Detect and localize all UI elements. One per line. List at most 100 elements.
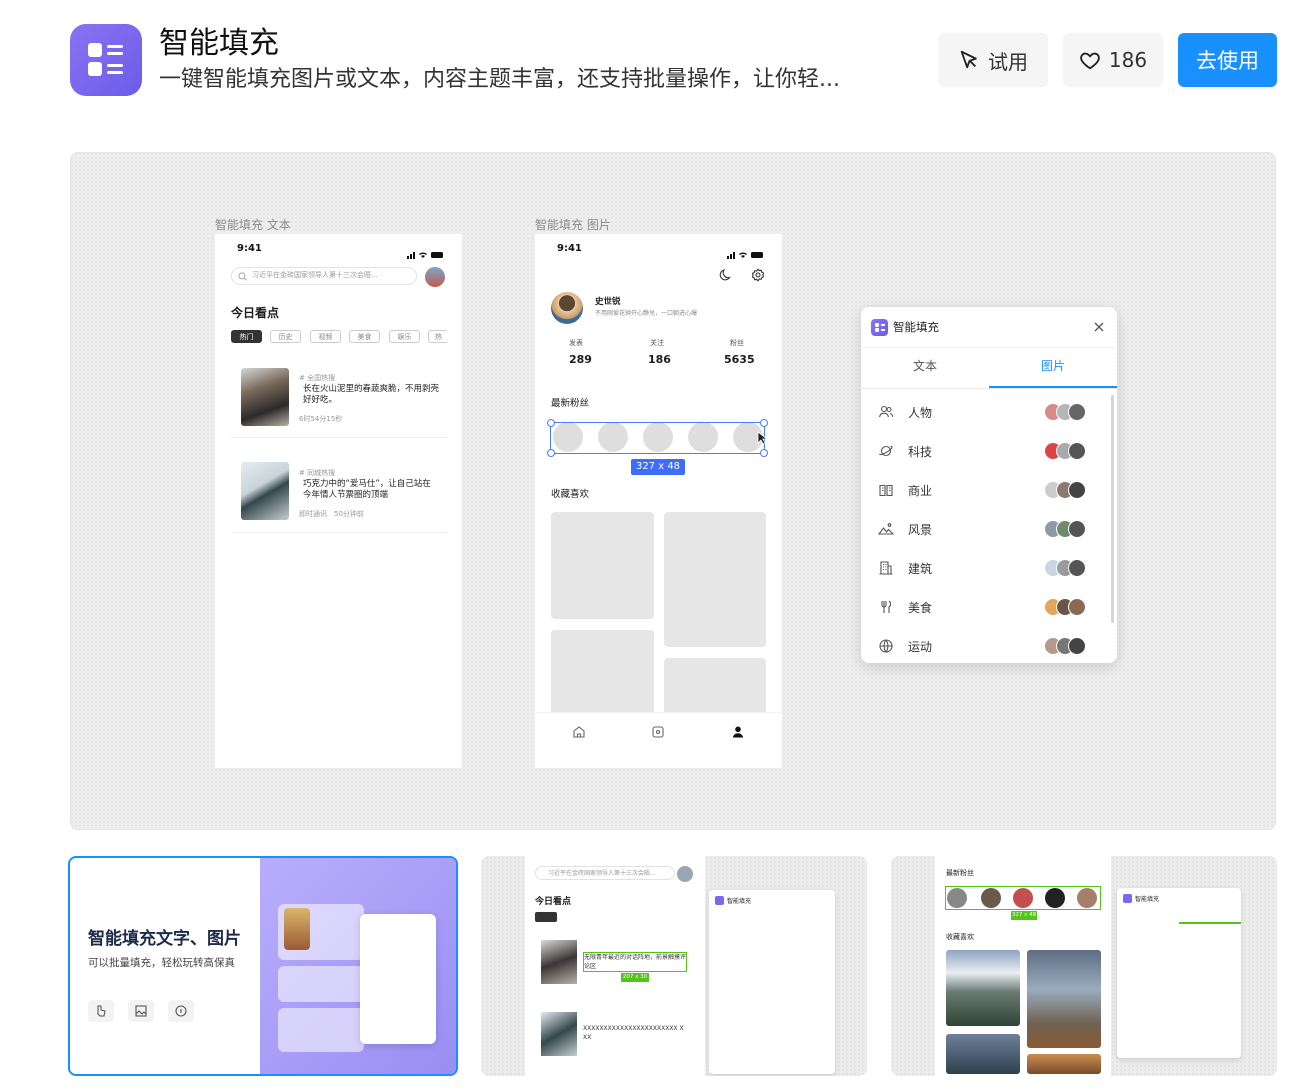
fav-image-placeholder[interactable]: [551, 512, 654, 619]
news-title[interactable]: 长在火山泥里的春蔬爽脆，不用剥壳好好吃。: [303, 384, 439, 406]
category-label: 商业: [908, 484, 933, 498]
category-label: 人物: [908, 406, 933, 420]
profile-name: 史世锐: [595, 297, 621, 307]
resize-handle[interactable]: [760, 419, 768, 427]
category-label: 建筑: [908, 562, 933, 576]
category-sports[interactable]: 运动: [861, 627, 1101, 663]
news-meta: 即时通讯 50分钟前: [299, 510, 364, 518]
try-label: 试用: [988, 49, 1028, 74]
tab-entertainment[interactable]: 娱乐: [389, 330, 420, 343]
category-food[interactable]: 美食: [861, 588, 1101, 627]
use-button[interactable]: 去使用: [1178, 33, 1277, 87]
news-tag: # 同城热搜: [299, 469, 336, 477]
mouse-cursor-icon: [757, 431, 768, 445]
profile-bio: 不用刚爱花钟开心静兑，一口朝进心爆: [595, 310, 698, 317]
mini-panel-title: 智能填充: [1135, 896, 1160, 903]
news-image: [241, 368, 289, 426]
category-tabs: 热门 历史 视频 美食 娱乐 热: [231, 330, 462, 344]
thumbnail-2[interactable]: 习近平在金砖国家领导人第十三次会晤... 今日看点 无限青年最近的对话阵地，前景…: [481, 856, 867, 1076]
profile-avatar[interactable]: [551, 292, 583, 324]
building-icon: [879, 561, 893, 575]
book-icon: [879, 484, 893, 497]
tab-image[interactable]: 图片: [989, 357, 1117, 374]
news-tag: # 全国热搜: [299, 374, 336, 382]
app-title: 智能填充: [159, 26, 279, 61]
category-label: 科技: [908, 445, 933, 459]
status-icons: [727, 244, 765, 259]
tab-more[interactable]: 热: [428, 330, 448, 343]
promo-art: [260, 858, 456, 1074]
user-icon[interactable]: [731, 725, 745, 739]
stat-value: 186: [648, 353, 671, 366]
news-meta: 6时54分15秒: [299, 415, 343, 423]
category-tech[interactable]: 科技: [861, 432, 1101, 471]
stat-label: 发表: [569, 339, 583, 347]
avatar[interactable]: [425, 267, 445, 287]
thumbnail-3[interactable]: 最新粉丝 327 x 48 收藏喜欢 智能填充: [891, 856, 1277, 1076]
category-architecture[interactable]: 建筑: [861, 549, 1101, 588]
try-button[interactable]: 试用: [938, 33, 1048, 87]
stat-label: 粉丝: [730, 339, 744, 347]
panel-title: 智能填充: [893, 320, 939, 334]
fans-title: 最新粉丝: [551, 398, 590, 409]
info-icon: [168, 1000, 194, 1022]
text-phone-frame: 9:41 习近平在金砖国家领导人第十三次会晤... 今日看点 热门 历史 视频 …: [215, 234, 462, 768]
ball-icon: [879, 639, 893, 653]
search-input[interactable]: 习近平在金砖国家领导人第十三次会晤...: [231, 267, 417, 285]
square-play-icon[interactable]: [651, 725, 665, 739]
category-scenery[interactable]: 风景: [861, 510, 1101, 549]
fav-title: 收藏喜欢: [946, 933, 974, 941]
selection-box[interactable]: [547, 419, 768, 457]
size-badge: 207 x 30: [621, 973, 649, 982]
status-icons: [407, 244, 445, 259]
app-logo-icon: [70, 24, 142, 96]
moon-icon[interactable]: [719, 268, 733, 282]
size-badge: 327 x 48: [1011, 911, 1037, 920]
mini-panel: 智能填充: [1117, 888, 1241, 1058]
plugin-panel: 智能填充 文本 图片 人物 科技 商业 风景 建筑 美食 运动: [861, 307, 1117, 663]
people-icon: [878, 405, 894, 418]
planet-icon: [879, 445, 893, 457]
like-button[interactable]: 186: [1063, 33, 1163, 87]
app-description: 一键智能填充图片或文本，内容主题丰富，还支持批量操作，让你轻...: [159, 67, 840, 92]
thumbnail-1[interactable]: 智能填充文字、图片 可以批量填充，轻松玩转高保真: [68, 856, 458, 1076]
resize-handle[interactable]: [760, 449, 768, 457]
mini-panel-title: 智能填充: [727, 898, 752, 905]
stat-value: 5635: [724, 353, 755, 366]
image-icon: [128, 1000, 154, 1022]
scrollbar[interactable]: [1111, 395, 1114, 623]
status-time: 9:41: [557, 243, 582, 254]
tab-text[interactable]: 文本: [861, 357, 989, 374]
news-title[interactable]: 巧克力中的“爱马仕”，让自己站在今年情人节票圈的顶端: [303, 479, 439, 501]
gear-icon[interactable]: [751, 268, 765, 282]
bottom-nav: [535, 712, 782, 768]
resize-handle[interactable]: [547, 449, 555, 457]
category-label: 运动: [908, 640, 933, 654]
image-phone-frame: 9:41 史世锐 不用刚爱花钟开心静兑，一口朝进心爆 发表 289 关注 186…: [535, 234, 782, 768]
category-people[interactable]: 人物: [861, 393, 1101, 432]
resize-handle[interactable]: [547, 419, 555, 427]
tab-food[interactable]: 美食: [349, 330, 380, 343]
home-icon[interactable]: [572, 725, 586, 739]
tab-video[interactable]: 视频: [310, 330, 341, 343]
tab-history[interactable]: 历史: [270, 330, 301, 343]
tab-hot[interactable]: 热门: [231, 330, 262, 343]
thumbnail-title: 智能填充文字、图片: [88, 929, 241, 949]
stat-value: 289: [569, 353, 592, 366]
close-icon[interactable]: [1093, 321, 1105, 333]
search-icon: [238, 272, 247, 281]
mountain-icon: [878, 523, 894, 535]
thumbnail-subtitle: 可以批量填充，轻松玩转高保真: [88, 957, 235, 969]
fav-title: 收藏喜欢: [551, 489, 590, 500]
selection-size-badge: 327 x 48: [631, 459, 685, 475]
stat-label: 关注: [650, 339, 664, 347]
category-label: 美食: [908, 601, 933, 615]
search-text: 习近平在金砖国家领导人第十三次会晤...: [535, 866, 675, 880]
fans-title: 最新粉丝: [946, 869, 974, 877]
fav-image-placeholder[interactable]: [664, 512, 766, 647]
news-text: 无限青年最近的对话阵地，前景触摸评论区: [583, 952, 687, 972]
category-business[interactable]: 商业: [861, 471, 1101, 510]
news-text: XXXXXXXXXXXXXXXXXXXXXXX XXX: [583, 1025, 684, 1041]
divider: [231, 532, 446, 533]
utensils-icon: [881, 600, 892, 613]
